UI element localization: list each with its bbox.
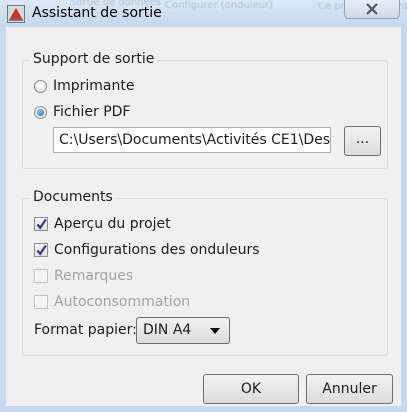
browse-button[interactable]: ... [344, 126, 381, 156]
pdf-path-field[interactable]: C:\Users\Documents\Activités CE1\Deskt [53, 127, 331, 153]
title-bar[interactable]: Sortie de données Configurer (onduleur) … [0, 0, 407, 27]
paper-format-label: Format papier: [34, 322, 137, 338]
radio-pdf-label[interactable]: Fichier PDF [53, 104, 130, 120]
window-title: Assistant de sortie [32, 5, 162, 21]
ok-button[interactable]: OK [203, 374, 299, 404]
radio-selected[interactable] [34, 105, 47, 119]
checkbox-inverter-configs-label[interactable]: Configurations des onduleurs [54, 242, 260, 258]
checkmark-icon [36, 218, 47, 230]
bleed-through-text: Configurer (onduleur) [165, 0, 274, 11]
checkmark-icon [36, 244, 47, 256]
checkbox-project-overview[interactable]: Aperçu du projet [34, 216, 171, 232]
paper-format-value[interactable]: DIN A4 [143, 322, 191, 338]
checkbox-checked[interactable] [34, 217, 48, 231]
paper-format-select[interactable]: DIN A4 [136, 317, 230, 344]
radio-printer[interactable]: Imprimante [34, 78, 135, 94]
output-support-title: Support de sortie [30, 51, 158, 67]
checkbox-disabled [34, 269, 48, 283]
checkbox-disabled [34, 295, 48, 309]
radio-printer-label[interactable]: Imprimante [53, 78, 135, 94]
app-icon [7, 5, 25, 23]
checkbox-project-overview-label[interactable]: Aperçu du projet [54, 216, 171, 232]
radio-unselected[interactable] [34, 79, 47, 93]
checkbox-self-consumption-label: Autoconsommation [54, 294, 191, 310]
checkbox-self-consumption: Autoconsommation [34, 294, 190, 310]
documents-title: Documents [30, 189, 116, 205]
checkbox-remarks-label: Remarques [54, 268, 134, 284]
checkbox-inverter-configs[interactable]: Configurations des onduleurs [34, 242, 260, 258]
radio-pdf[interactable]: Fichier PDF [34, 104, 130, 120]
checkbox-checked[interactable] [34, 243, 48, 257]
close-x-icon [366, 3, 378, 15]
chevron-down-icon[interactable] [210, 328, 220, 334]
close-button[interactable] [344, 0, 400, 19]
cancel-button[interactable]: Annuler [306, 374, 393, 404]
checkbox-remarks: Remarques [34, 268, 133, 284]
